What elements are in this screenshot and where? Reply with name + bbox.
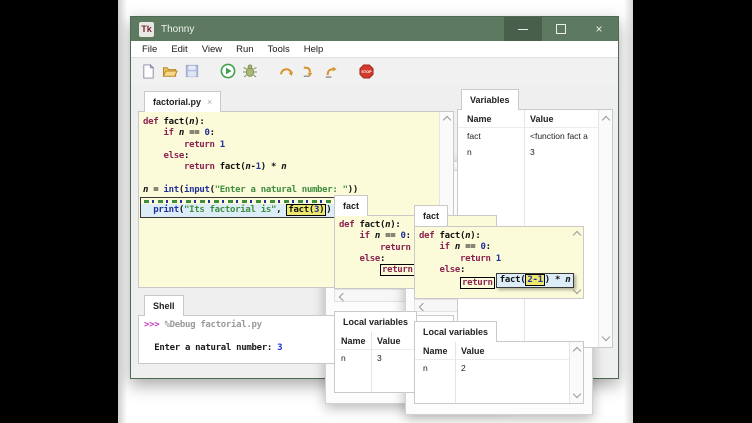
variables-col-name: Name (458, 114, 524, 124)
tab-close-icon[interactable]: × (207, 97, 212, 107)
frame-code-panel[interactable]: def fact(n): if n == 0: return 1 else: r… (414, 226, 584, 299)
menu-run[interactable]: Run (229, 44, 260, 55)
menu-view[interactable]: View (195, 44, 229, 55)
step-over-icon (278, 64, 295, 79)
locals-panel: Name Value n 2 (414, 341, 584, 404)
step-out-icon (323, 64, 338, 79)
scroll-up-icon[interactable] (443, 116, 451, 124)
current-statement-box: print("Its factorial is", fact(3)) (140, 197, 355, 218)
close-icon: × (595, 23, 602, 35)
menu-tools[interactable]: Tools (261, 44, 297, 55)
tab-local-variables[interactable]: Local variables (334, 311, 417, 332)
save-floppy-icon (185, 64, 199, 78)
locals-tab-label: Local variables (343, 317, 408, 327)
focused-statement-line: print("Its factorial is", fact(3)) (141, 204, 354, 217)
frame-vscrollbar[interactable] (570, 227, 583, 298)
scroll-up-icon[interactable] (573, 231, 581, 239)
scroll-down-icon[interactable] (602, 333, 610, 341)
title-bar[interactable]: Tk Thonny × (131, 17, 618, 41)
locals-col-name: Name (335, 336, 371, 346)
tab-shell[interactable]: Shell (144, 295, 184, 316)
new-file-icon (141, 64, 156, 79)
tab-local-variables[interactable]: Local variables (414, 321, 497, 342)
variables-vscrollbar[interactable] (598, 110, 612, 347)
step-out-button[interactable] (321, 62, 339, 80)
variables-row-fact[interactable]: fact <function fact a (458, 128, 612, 144)
tab-factorial-py[interactable]: factorial.py × (144, 91, 221, 112)
variables-col-value: Value (524, 114, 554, 124)
open-file-button[interactable] (161, 62, 179, 80)
tab-variables[interactable]: Variables (461, 89, 519, 110)
locals-col-value: Value (455, 346, 485, 356)
scroll-up-icon[interactable] (573, 347, 581, 355)
locals-row-n[interactable]: n 2 (415, 360, 583, 376)
debug-script-button[interactable] (241, 62, 259, 80)
svg-text:STOP: STOP (361, 70, 372, 74)
menu-help[interactable]: Help (297, 44, 331, 55)
toolbar: STOP (131, 58, 618, 84)
minimize-icon (518, 29, 528, 30)
variables-tab-label: Variables (470, 95, 510, 105)
menu-file[interactable]: File (135, 44, 164, 55)
save-file-button[interactable] (183, 62, 201, 80)
scroll-down-icon[interactable] (573, 286, 581, 294)
new-file-button[interactable] (139, 62, 157, 80)
maximize-icon (556, 24, 566, 34)
locals-col-name: Name (415, 346, 455, 356)
tab-fact[interactable]: fact (334, 195, 368, 216)
menu-edit[interactable]: Edit (164, 44, 194, 55)
scroll-left-icon[interactable] (419, 303, 427, 311)
variables-row-n[interactable]: n 3 (458, 144, 612, 160)
menu-bar: File Edit View Run Tools Help (131, 41, 618, 58)
stop-button[interactable]: STOP (357, 62, 375, 80)
scroll-down-icon[interactable] (573, 390, 581, 398)
editor-tab-label: factorial.py (153, 97, 201, 107)
editor-code[interactable]: def fact(n): if n == 0: return 1 else: r… (139, 112, 453, 196)
open-folder-icon (162, 64, 178, 79)
run-play-icon (220, 63, 236, 79)
tab-fact[interactable]: fact (414, 205, 448, 226)
minimize-button[interactable] (504, 17, 542, 41)
frame-tab-label: fact (423, 211, 439, 221)
column-divider (371, 332, 372, 392)
run-script-button[interactable] (219, 62, 237, 80)
scroll-left-icon[interactable] (339, 293, 347, 301)
column-divider (455, 342, 456, 403)
locals-vscrollbar[interactable] (569, 342, 583, 403)
shell-tab-label: Shell (153, 301, 175, 311)
maximize-button[interactable] (542, 17, 580, 41)
stop-sign-icon: STOP (359, 64, 374, 79)
frame-code[interactable]: def fact(n): if n == 0: return 1 else: r… (415, 227, 583, 295)
close-button[interactable]: × (580, 17, 618, 41)
desktop-screen: Tk Thonny × File Edit View Run Tools Hel… (118, 0, 633, 423)
window-title: Thonny (161, 24, 194, 35)
locals-col-value: Value (371, 336, 401, 346)
clipped-text-artifact (144, 200, 351, 203)
thonny-logo-icon: Tk (139, 22, 154, 37)
frame-tab-label: fact (343, 201, 359, 211)
debug-bug-icon (242, 63, 258, 79)
step-into-button[interactable] (299, 62, 317, 80)
locals-tab-label: Local variables (423, 327, 488, 337)
step-over-button[interactable] (277, 62, 295, 80)
scroll-up-icon[interactable] (602, 116, 610, 124)
step-into-icon (301, 64, 316, 79)
